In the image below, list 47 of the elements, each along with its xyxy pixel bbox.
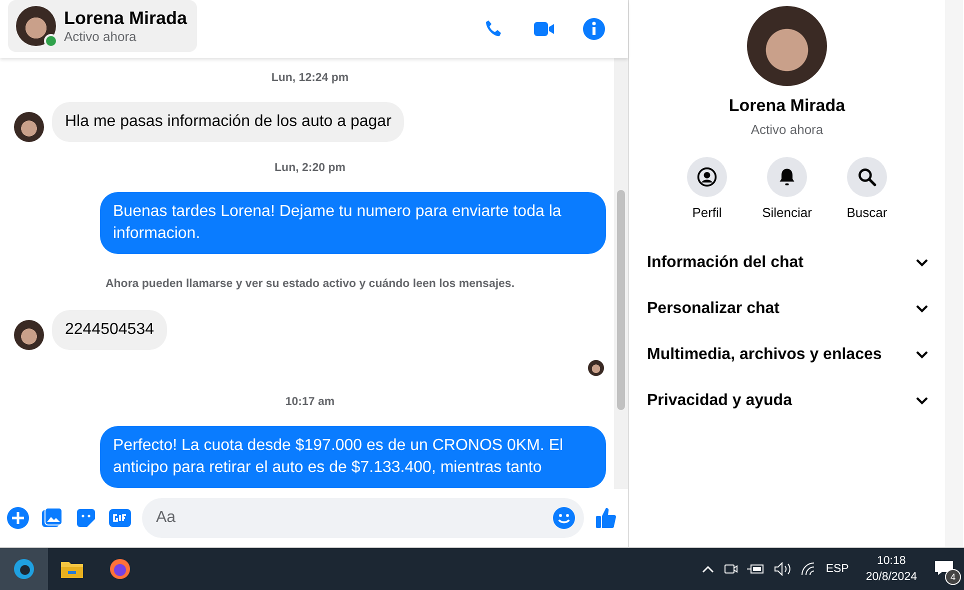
thumbs-up-icon[interactable]: [594, 506, 618, 530]
contact-name: Lorena Mirada: [64, 8, 188, 29]
person-icon: [696, 166, 718, 188]
search-icon: [856, 166, 878, 188]
avatar-photo: [14, 320, 44, 350]
incoming-message: Hla me pasas información de los auto a pagar: [52, 102, 404, 142]
section-header[interactable]: Multimedia, archivos y enlaces: [639, 332, 935, 378]
browser-app-icon[interactable]: [0, 548, 48, 590]
wifi-icon[interactable]: [800, 562, 817, 576]
profile-action-button[interactable]: Buscar: [838, 157, 896, 220]
profile-action-button[interactable]: Perfil: [678, 157, 736, 220]
profile-status: Activo ahora: [750, 122, 824, 137]
contact-card[interactable]: Lorena Mirada Activo ahora: [8, 0, 198, 52]
incoming-message: 2244504534: [52, 310, 167, 350]
taskbar-clock[interactable]: 10:18 20/8/2024: [866, 553, 917, 585]
chevron-icon: [915, 304, 929, 314]
chevron-icon: [915, 350, 929, 360]
avatar-photo: [14, 112, 44, 142]
contact-status: Activo ahora: [64, 29, 138, 44]
section-header[interactable]: Personalizar chat: [639, 286, 935, 332]
battery-icon[interactable]: [746, 563, 765, 575]
message-input[interactable]: Aa: [154, 508, 552, 528]
chat-notice: Ahora pueden llamarse y ver su estado activo y cuándo leen los mensajes.: [104, 277, 516, 292]
notification-count: 4: [945, 569, 961, 585]
language-indicator[interactable]: ESP: [826, 563, 849, 575]
outgoing-message: Buenas tardes Lorena! Dejame tu numero para enviarte toda la informacion.: [100, 192, 606, 254]
outgoing-message: Perfecto! La cuota desde $197.000 es de un CRONOS 0KM. El anticipo para retirar el auto es de $7.133.400, mientras tanto: [100, 426, 606, 488]
seen-avatar: [588, 360, 604, 376]
speaker-icon[interactable]: [774, 562, 792, 576]
chevron-icon: [915, 258, 929, 268]
sticker-icon[interactable]: [74, 506, 98, 530]
image-icon[interactable]: [40, 506, 64, 530]
profile-action-button[interactable]: Silenciar: [758, 157, 816, 220]
info-icon[interactable]: [582, 17, 606, 41]
emoji-icon[interactable]: [552, 506, 576, 530]
message-field[interactable]: Aa: [142, 498, 584, 538]
profile-name: Lorena Mirada: [728, 96, 846, 116]
section-header[interactable]: Información del chat: [639, 240, 935, 286]
message-timestamp: Lun, 2:20 pm: [274, 161, 346, 176]
message-timestamp: Lun, 12:24 pm: [270, 71, 350, 86]
plus-icon[interactable]: [6, 506, 30, 530]
scrollbar[interactable]: [614, 58, 628, 489]
gif-icon[interactable]: [108, 506, 132, 530]
chevron-icon: [915, 396, 929, 406]
message-timestamp: 10:17 am: [284, 395, 336, 410]
section-header[interactable]: Privacidad y ayuda: [639, 378, 935, 424]
chevron-up-icon[interactable]: [700, 564, 715, 574]
